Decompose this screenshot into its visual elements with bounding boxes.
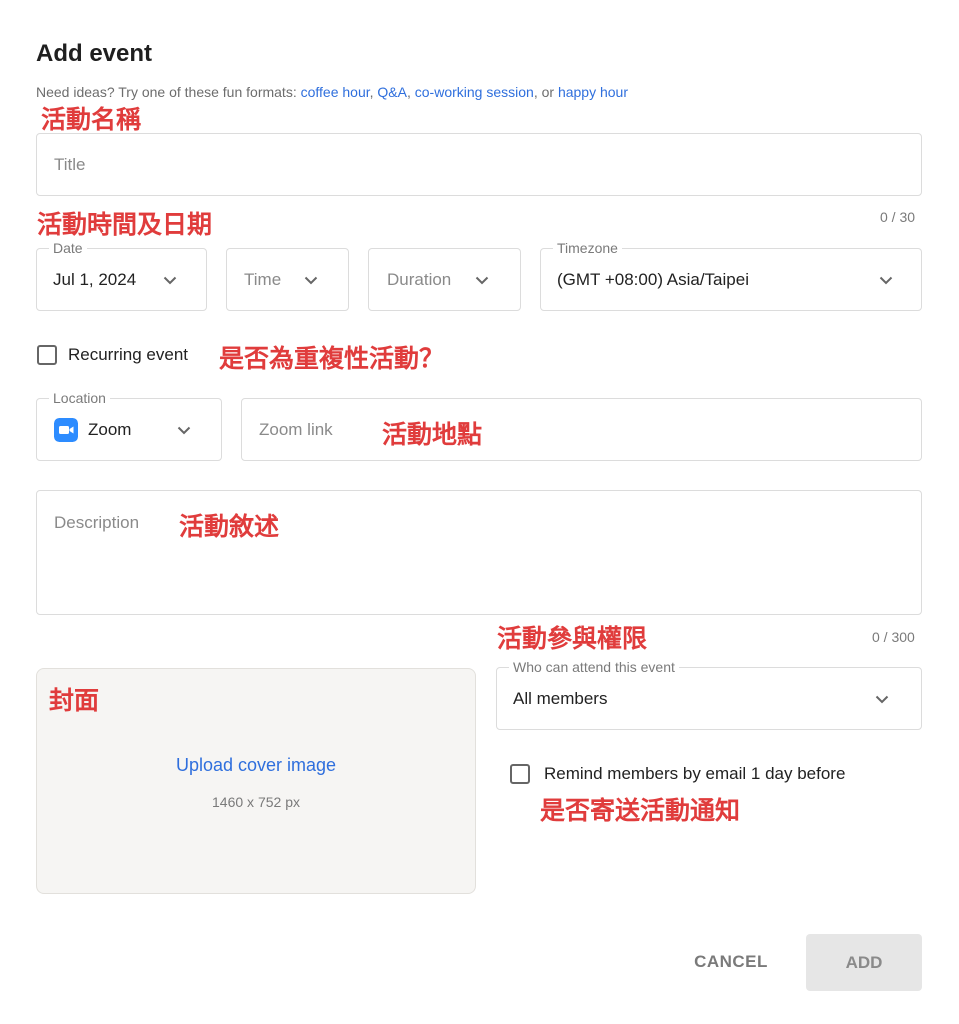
- chevron-down-icon: [304, 276, 318, 285]
- annotation-event-description: 活動敘述: [179, 512, 280, 541]
- ideas-text: Need ideas? Try one of these fun formats…: [36, 84, 628, 100]
- annotation-recurring-question: 是否為重複性活動？: [219, 344, 445, 373]
- ideas-prefix: Need ideas? Try one of these fun formats…: [36, 84, 301, 100]
- annotation-cover: 封面: [49, 686, 100, 715]
- link-coffee-hour[interactable]: coffee hour: [301, 84, 370, 100]
- location-select[interactable]: Location Zoom: [36, 390, 222, 461]
- link-happy-hour[interactable]: happy hour: [558, 84, 628, 100]
- chevron-down-icon: [879, 276, 893, 285]
- ideas-separator: ,: [406, 84, 415, 100]
- add-button[interactable]: ADD: [806, 934, 922, 991]
- chevron-down-icon: [177, 426, 191, 435]
- date-select[interactable]: Date Jul 1, 2024: [36, 240, 207, 311]
- chevron-down-icon: [475, 276, 489, 285]
- annotation-event-permission: 活動參與權限: [497, 624, 648, 653]
- timezone-value: (GMT +08:00) Asia/Taipei: [557, 270, 749, 289]
- description-placeholder: Description: [54, 513, 140, 532]
- title-char-counter: 0 / 30: [880, 209, 916, 225]
- chevron-down-icon: [875, 695, 889, 704]
- attendance-legend: Who can attend this event: [509, 659, 679, 675]
- ideas-separator: , or: [533, 84, 558, 100]
- location-legend: Location: [49, 390, 110, 406]
- upload-cover-image-link[interactable]: Upload cover image: [37, 755, 475, 776]
- remind-checkbox[interactable]: [510, 764, 530, 784]
- time-placeholder: Time: [244, 270, 282, 289]
- description-textarea[interactable]: Description: [36, 490, 922, 615]
- cover-image-dropzone[interactable]: 封面 Upload cover image 1460 x 752 px: [36, 668, 476, 894]
- attendance-select[interactable]: Who can attend this event All members: [496, 659, 922, 730]
- link-qa[interactable]: Q&A: [377, 84, 407, 100]
- location-value: Zoom: [88, 420, 132, 439]
- annotation-event-time-date: 活動時間及日期: [37, 210, 213, 239]
- dialog-title: Add event: [36, 40, 153, 67]
- cover-dimensions: 1460 x 752 px: [212, 794, 300, 810]
- recurring-checkbox[interactable]: [37, 345, 57, 365]
- cancel-button[interactable]: CANCEL: [680, 940, 782, 984]
- chevron-down-icon: [163, 276, 177, 285]
- title-input[interactable]: Title: [36, 133, 922, 196]
- date-value: Jul 1, 2024: [53, 270, 137, 289]
- annotation-event-location: 活動地點: [382, 420, 483, 449]
- date-legend: Date: [49, 240, 87, 256]
- description-char-counter: 0 / 300: [872, 629, 915, 645]
- time-select[interactable]: Time: [226, 248, 349, 311]
- attendance-value: All members: [513, 689, 608, 708]
- recurring-label: Recurring event: [68, 345, 189, 364]
- timezone-select[interactable]: Timezone (GMT +08:00) Asia/Taipei: [540, 240, 922, 311]
- timezone-legend: Timezone: [553, 240, 622, 256]
- zoom-link-placeholder: Zoom link: [259, 420, 333, 439]
- duration-placeholder: Duration: [387, 270, 452, 289]
- link-co-working-session[interactable]: co-working session: [415, 84, 534, 100]
- remind-label: Remind members by email 1 day before: [544, 764, 846, 783]
- zoom-icon: [54, 418, 78, 442]
- zoom-link-input[interactable]: Zoom link: [241, 398, 922, 461]
- annotation-event-name: 活動名稱: [41, 105, 142, 134]
- annotation-send-notice: 是否寄送活動通知: [540, 796, 741, 825]
- title-placeholder: Title: [54, 155, 86, 174]
- duration-select[interactable]: Duration: [368, 248, 521, 311]
